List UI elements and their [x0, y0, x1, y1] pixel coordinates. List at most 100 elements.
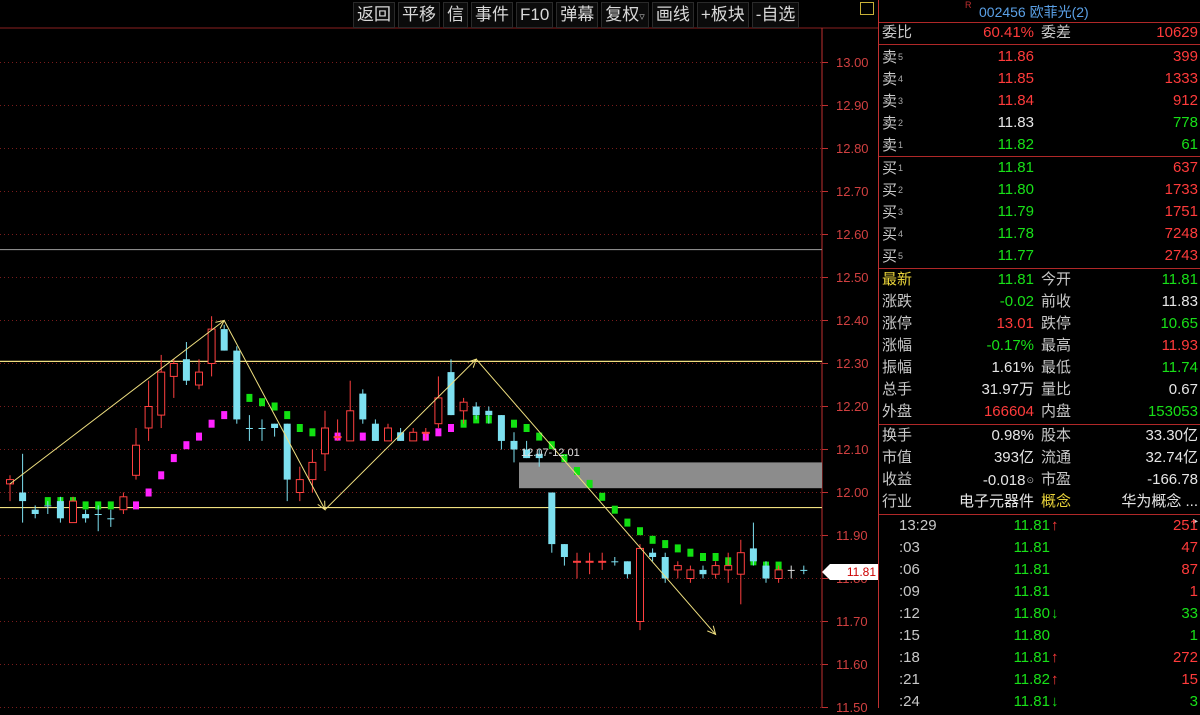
bid-level-row[interactable]: 买5 11.77 2743 [879, 245, 1200, 267]
back-button[interactable]: 返回 [353, 2, 395, 28]
price-tick-label: 12.50 [836, 269, 869, 285]
stat-label: 量比 [1041, 381, 1072, 398]
candle-body [19, 492, 27, 502]
stat-row: 总手 31.97万 量比 0.67 [879, 379, 1200, 401]
stat-label: 今开 [1041, 271, 1072, 288]
ask-level-row[interactable]: 卖5 11.86 399 [879, 46, 1200, 68]
info-button[interactable]: 信 [443, 2, 468, 28]
tick-row: :15 11.80 1 [879, 625, 1200, 647]
trend-dot [296, 424, 303, 432]
candle-body [346, 410, 355, 442]
kline-chart[interactable] [0, 0, 878, 708]
price-tick-label: 12.90 [836, 97, 869, 113]
window-toggle-icon[interactable] [860, 2, 874, 15]
level-volume: 61 [1181, 136, 1198, 153]
ask-level-row[interactable]: 卖4 11.85 1333 [879, 68, 1200, 90]
level-side-label: 买 [882, 204, 898, 221]
trend-dot [574, 467, 580, 475]
fundamental-row: 换手 0.98% 股本 33.30亿 [879, 425, 1200, 447]
tick-time: :15 [899, 627, 920, 644]
ask-level-row[interactable]: 卖2 11.83 778 [879, 112, 1200, 134]
fundamental-label: 市值 [882, 449, 913, 466]
trend-dot [246, 393, 253, 402]
stat-label: 内盘 [1041, 403, 1072, 420]
candle-body [169, 363, 178, 377]
fundamental-row: 收益 -0.018⊙ 市盈 -166.78 [879, 469, 1200, 491]
trend-dot [82, 501, 89, 510]
candle-body [245, 428, 253, 429]
candle-body [711, 565, 720, 575]
candle-body [271, 423, 279, 428]
pan-button[interactable]: 平移 [398, 2, 440, 28]
candle-body [308, 461, 317, 481]
stock-code-name[interactable]: 002456 欧菲光(2) [979, 2, 1089, 22]
ask-level-row[interactable]: 卖3 11.84 912 [879, 90, 1200, 112]
level-volume: 912 [1172, 92, 1198, 109]
tick-price: 11.81 [1013, 517, 1050, 534]
candle-body [107, 518, 115, 520]
stat-label: 涨停 [882, 315, 913, 332]
add-sector-button[interactable]: +板块 [696, 2, 749, 28]
candle-body [157, 371, 166, 416]
candle-body [195, 371, 203, 386]
candle-body [119, 496, 128, 511]
fundamental-value[interactable]: 华为概念 ... [1121, 491, 1198, 513]
tick-price: 11.81 [1013, 561, 1050, 578]
trend-dot [158, 471, 165, 480]
bid-level-row[interactable]: 买4 11.78 7248 [879, 223, 1200, 245]
danmaku-button[interactable]: 弹幕 [556, 2, 599, 28]
stat-label: 最低 [1041, 359, 1072, 376]
stat-row: 涨跌 -0.02 前收 11.83 [879, 291, 1200, 313]
candle-body [774, 569, 783, 580]
adjust-rights-button[interactable]: 复权▿ [601, 2, 649, 28]
r-mark: R [965, 0, 972, 10]
bid-level-row[interactable]: 买3 11.79 1751 [879, 201, 1200, 223]
level-side-label: 卖 [882, 115, 898, 132]
trend-dot [662, 540, 669, 549]
candle-body [661, 557, 669, 579]
level-side-label: 买 [882, 182, 898, 199]
tick-row: :18 11.81 ↑ 272 [879, 647, 1200, 669]
tick-volume: 47 [1181, 539, 1198, 556]
level-price: 11.78 [997, 225, 1034, 242]
remove-watchlist-button[interactable]: -自选 [751, 2, 800, 28]
trend-dot [712, 553, 719, 561]
dropdown-caret-icon: ▿ [639, 11, 645, 23]
bid-level-row[interactable]: 买2 11.80 1733 [879, 179, 1200, 201]
level-number: 3 [898, 96, 904, 106]
tick-arrow-icon: ↓ [1051, 605, 1059, 622]
trend-dot [435, 428, 442, 437]
level-number: 3 [898, 207, 904, 217]
stat-label: 涨幅 [882, 337, 913, 354]
trend-dot [284, 411, 291, 420]
fundamental-value[interactable]: 电子元器件 [959, 491, 1034, 513]
ask-level-row[interactable]: 卖1 11.82 61 [879, 134, 1200, 156]
fundamental-value: -0.018⊙ [983, 469, 1034, 492]
stat-row: 涨幅 -0.17% 最高 11.93 [879, 335, 1200, 357]
tick-row: 13:29 11.81 ↑ 251 [879, 515, 1200, 537]
chart-toolbar: 返回 平移 信 事件 F10 弹幕 复权▿ 画线 +板块 -自选 [353, 2, 800, 28]
tick-row: :24 11.81 ↓ 3 [879, 691, 1200, 713]
bid-level-row[interactable]: 买1 11.81 637 [879, 157, 1200, 179]
candle-body [611, 561, 619, 563]
price-tick-label: 12.10 [836, 441, 869, 457]
price-tick-label: 12.20 [836, 398, 869, 414]
candle-body [359, 393, 367, 420]
trend-dot [208, 419, 215, 428]
fundamental-label: 收益 [882, 471, 913, 488]
stat-value: 11.81 [997, 271, 1034, 288]
candle-body [182, 359, 190, 381]
tick-arrow-icon: ↓ [1051, 693, 1059, 710]
tick-arrow-icon: ↑ [1051, 671, 1059, 688]
f10-button[interactable]: F10 [516, 2, 554, 28]
level-label: 买4 [882, 223, 903, 246]
events-button[interactable]: 事件 [471, 2, 513, 28]
price-tick-label: 12.30 [836, 355, 869, 371]
price-tick-label: 12.40 [836, 312, 869, 328]
divider [879, 44, 1200, 45]
trend-dot [359, 432, 366, 441]
trend-dot [170, 454, 177, 463]
price-tick-label: 11.50 [836, 699, 868, 715]
candle-body [598, 560, 607, 563]
draw-line-button[interactable]: 画线 [651, 2, 694, 28]
